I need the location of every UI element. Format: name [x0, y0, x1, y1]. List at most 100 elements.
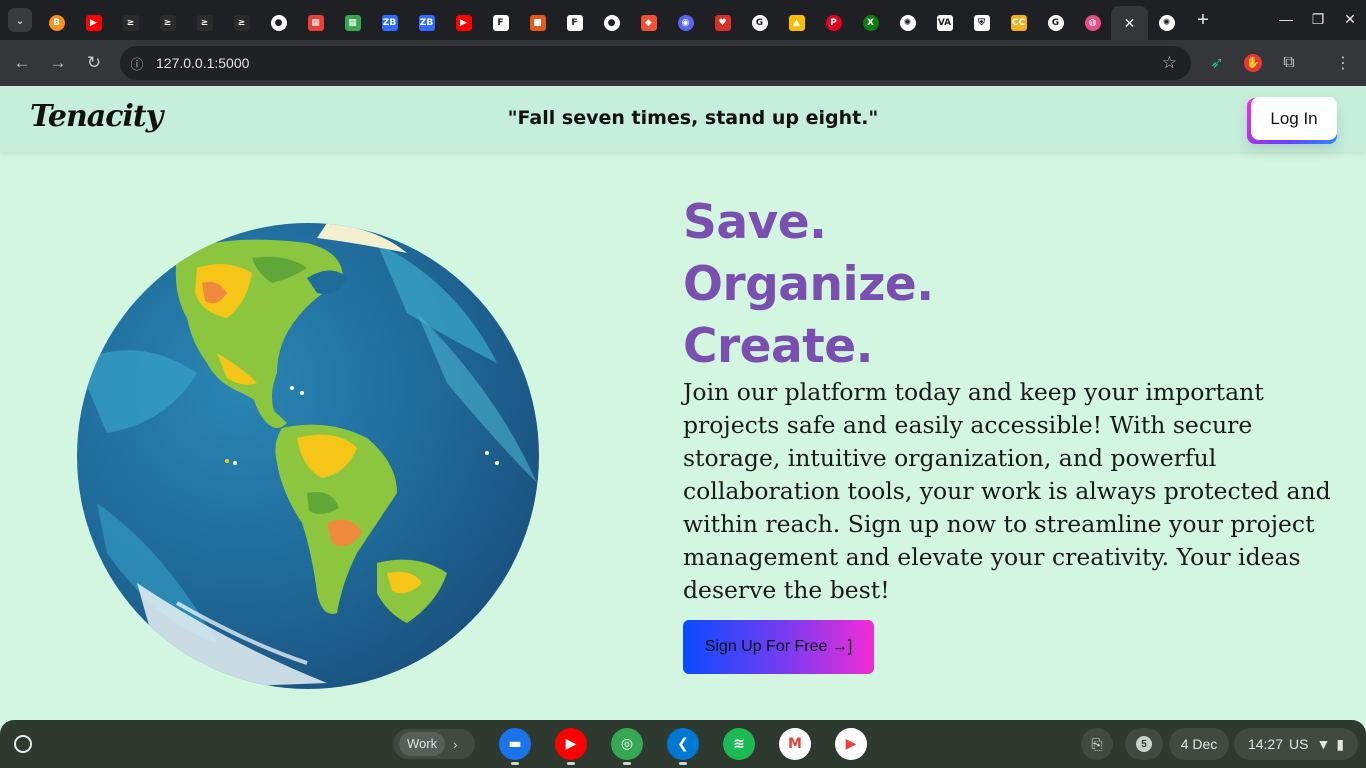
spotify-app-icon[interactable]: ≋	[723, 728, 755, 760]
browser-tab[interactable]: ♥	[704, 7, 741, 39]
extensions-button[interactable]: ⧉	[1271, 46, 1307, 80]
swift-bird-icon: ≥	[233, 15, 250, 31]
play-store-app-icon[interactable]: ▶	[835, 728, 867, 760]
browser-tab[interactable]: ⛨	[963, 7, 1000, 39]
window-controls: — ❐ ✕	[1270, 0, 1366, 38]
back-button[interactable]: ←	[4, 45, 40, 81]
earth-globe-illustration	[77, 223, 539, 689]
browser-tab[interactable]: G	[1037, 7, 1074, 39]
git-icon: ◆	[640, 15, 657, 31]
browser-tab[interactable]: X	[852, 7, 889, 39]
tab-list: B ▶ ≥ ≥ ≥ ≥ ● ▦ ▦ ZB ZB ▶ F ■ F ● ◆ ◉ ♥ G ▲ P X ✺ VA ⛨ CC G ◍ ✕ ✺	[38, 0, 1185, 40]
va-icon: VA	[936, 15, 953, 31]
stop-extension-button[interactable]: ✋	[1235, 46, 1271, 80]
browser-tab[interactable]: ZB	[371, 7, 408, 39]
browser-tab[interactable]: ●	[593, 7, 630, 39]
puzzle-icon: ⧉	[1283, 54, 1295, 71]
hand-stop-icon: ✋	[1244, 54, 1262, 72]
date-text: 4 Dec	[1180, 736, 1218, 752]
site-info-icon[interactable]: ⓘ	[120, 54, 154, 73]
reload-button[interactable]: ↻	[76, 45, 112, 81]
browser-tab[interactable]: ◉	[667, 7, 704, 39]
browser-tab[interactable]: ▶	[75, 7, 112, 39]
kebab-menu-icon: ⋮	[1335, 55, 1351, 72]
browser-toolbar: ← → ↻ ⓘ 127.0.0.1:5000 ☆	[0, 40, 1366, 86]
browser-tab[interactable]: ◍	[1074, 7, 1111, 39]
browser-tab[interactable]: ≥	[149, 7, 186, 39]
browser-tab[interactable]: ≥	[186, 7, 223, 39]
browser-tab[interactable]: F	[556, 7, 593, 39]
time-text: 14:27	[1247, 736, 1283, 752]
google-icon: G	[1047, 15, 1064, 31]
calendar-date-button[interactable]: 4 Dec	[1169, 728, 1229, 760]
desk-label[interactable]: Work	[399, 732, 446, 756]
browser-tab[interactable]: ■	[519, 7, 556, 39]
notification-button[interactable]: 5	[1125, 728, 1163, 760]
browser-tab[interactable]: P	[815, 7, 852, 39]
url-text[interactable]: 127.0.0.1:5000	[156, 55, 249, 71]
hero-line-save: Save.	[683, 195, 827, 250]
browser-tab-active[interactable]: ✕	[1111, 6, 1148, 40]
browser-tab[interactable]: VA	[926, 7, 963, 39]
desk-switcher[interactable]: Work ›	[393, 729, 475, 759]
browser-tab[interactable]: ▦	[334, 7, 371, 39]
new-tab-button[interactable]: +	[1189, 6, 1217, 34]
openai-icon: ✺	[899, 15, 916, 31]
browser-tab[interactable]: ZB	[408, 7, 445, 39]
maximize-button[interactable]: ❐	[1302, 11, 1334, 28]
forward-button[interactable]: →	[40, 45, 76, 81]
gmail-app-icon[interactable]: M	[779, 728, 811, 760]
files-app-icon[interactable]: ▬	[499, 728, 531, 760]
holding-space-button[interactable]: ⎘	[1081, 728, 1113, 760]
browser-tab[interactable]: CC	[1000, 7, 1037, 39]
signup-button[interactable]: Sign Up For Free →]	[683, 620, 874, 674]
close-window-button[interactable]: ✕	[1334, 11, 1366, 28]
site-header: Tenacity "Fall seven times, stand up eig…	[0, 86, 1366, 152]
vscode-app-icon[interactable]: ❮	[667, 728, 699, 760]
app-running-indicator	[623, 762, 631, 765]
browser-tab[interactable]: ▲	[778, 7, 815, 39]
browser-tab[interactable]: ◆	[630, 7, 667, 39]
browser-tab[interactable]: ▶	[445, 7, 482, 39]
chevron-right-icon[interactable]: ›	[453, 737, 457, 752]
browser-tab[interactable]: G	[741, 7, 778, 39]
cc-icon: CC	[1010, 15, 1027, 31]
github-icon: ●	[603, 15, 620, 31]
header-quote: "Fall seven times, stand up eight."	[507, 107, 879, 129]
bookmark-star-icon[interactable]: ☆	[1162, 53, 1177, 73]
hero-line-create: Create.	[683, 319, 873, 374]
tab-search-button[interactable]: ⌄	[8, 8, 32, 32]
browser-tab[interactable]: ✺	[1148, 7, 1185, 39]
launcher-button[interactable]	[14, 735, 32, 753]
browser-tab[interactable]: B	[38, 7, 75, 39]
figure-icon: ♥	[714, 15, 731, 31]
browser-tab[interactable]: ●	[260, 7, 297, 39]
minimize-button[interactable]: —	[1270, 11, 1302, 27]
browser-menu-button[interactable]: ⋮	[1325, 46, 1361, 80]
chrome-app-icon[interactable]: ◎	[611, 728, 643, 760]
google-drive-icon: ▲	[788, 15, 805, 31]
swift-bird-icon: ≥	[122, 15, 139, 31]
hero-headline: Save. Organize. Create.	[683, 192, 1343, 378]
bitcoin-icon: B	[48, 15, 65, 31]
system-tray-button[interactable]: 14:27 US ▼ ▮	[1234, 728, 1358, 760]
swift-bird-icon: ≥	[196, 15, 213, 31]
hero-line-organize: Organize.	[683, 257, 934, 312]
google-icon: G	[751, 15, 768, 31]
browser-tab[interactable]: ✺	[889, 7, 926, 39]
browser-tab[interactable]: ≥	[112, 7, 149, 39]
grid-app-icon: ▦	[344, 15, 361, 31]
browser-tab[interactable]: ▦	[297, 7, 334, 39]
reload-icon: ↻	[86, 53, 102, 72]
browser-tab[interactable]: F	[482, 7, 519, 39]
login-button[interactable]: Log In	[1251, 97, 1337, 140]
tab-strip: ⌄ B ▶ ≥ ≥ ≥ ≥ ● ▦ ▦ ZB ZB ▶ F ■ F ● ◆ ◉ ♥ G ▲ P X ✺ VA ⛨ CC G ◍ ✕ ✺ + …	[0, 0, 1366, 40]
address-bar[interactable]: ⓘ 127.0.0.1:5000 ☆	[120, 46, 1191, 80]
square-app-icon: ■	[529, 15, 546, 31]
extensions-area: ➶ ✋ ⧉ ⋮	[1199, 46, 1361, 80]
bird-extension-icon[interactable]: ➶	[1199, 46, 1235, 80]
browser-tab[interactable]: ≥	[223, 7, 260, 39]
youtube-app-icon[interactable]: ▶	[555, 728, 587, 760]
tab-close-icon[interactable]: ✕	[1124, 15, 1136, 32]
login-button-frame: Log In	[1247, 97, 1337, 144]
